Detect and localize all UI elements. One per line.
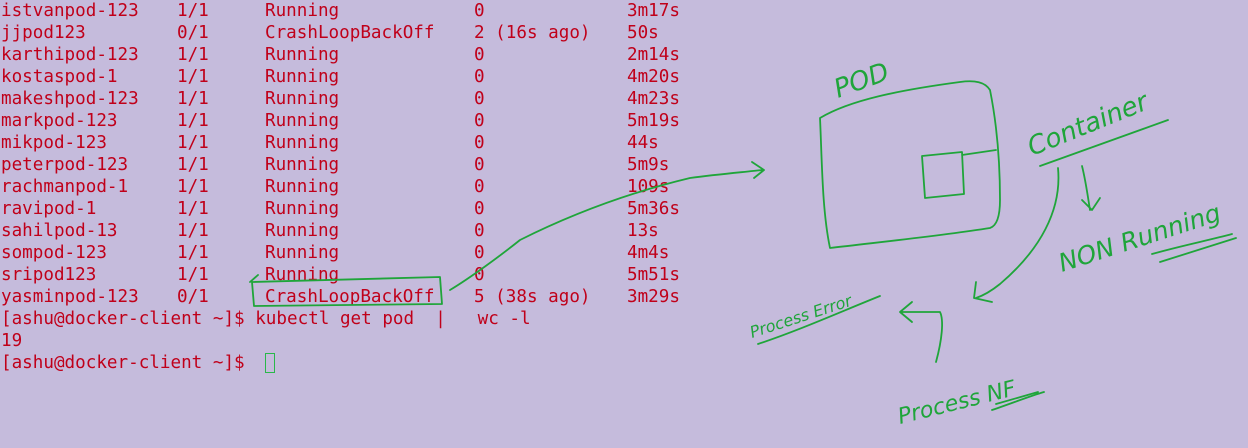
command-output: 19 [0,330,700,352]
pod-row: yasminpod-123 0/1 CrashLoopBackOff 5 (38s a… [0,286,700,308]
pod-ready: 1/1 [177,265,209,285]
shell-prompt: [ashu@docker-client ~]$ [1,353,256,373]
pod-age: 44s [627,133,659,153]
pod-ready: 1/1 [177,243,209,263]
pod-ready: 1/1 [177,177,209,197]
pod-status: Running [265,221,340,241]
pod-name: karthipod-123 [1,45,139,65]
pod-ready: 1/1 [177,45,209,65]
pod-row: markpod-123 1/1 Running 0 5m19s [0,110,700,132]
command-text: [ashu@docker-client ~]$ kubectl get pod … [1,309,531,329]
pod-status: Running [265,155,340,175]
pod-restarts: 2 (16s ago) [474,23,591,43]
pod-age: 50s [627,23,659,43]
pod-ready: 1/1 [177,221,209,241]
pod-age: 3m29s [627,287,680,307]
pod-name: sripod123 [1,265,97,285]
pod-age: 2m14s [627,45,680,65]
line-count-output: 19 [1,331,23,351]
pod-row: sompod-123 1/1 Running 0 4m4s [0,242,700,264]
pod-age: 5m51s [627,265,680,285]
pod-status: Running [265,45,340,65]
pod-age: 4m20s [627,67,680,87]
pod-ready: 1/1 [177,67,209,87]
pod-restarts: 0 [474,265,485,285]
pod-row: sahilpod-13 1/1 Running 0 13s [0,220,700,242]
pod-ready: 1/1 [177,155,209,175]
pod-name: ravipod-1 [1,199,97,219]
pod-row: mikpod-123 1/1 Running 0 44s [0,132,700,154]
pod-restarts: 0 [474,67,485,87]
pod-restarts: 0 [474,89,485,109]
pod-age: 3m17s [627,1,680,21]
pod-restarts: 0 [474,243,485,263]
pod-name: mikpod-123 [1,133,107,153]
pod-status: Running [265,265,340,285]
pod-row: karthipod-123 1/1 Running 0 2m14s [0,44,700,66]
pod-status: Running [265,1,340,21]
pod-restarts: 0 [474,111,485,131]
pod-status: Running [265,177,340,197]
pod-name: makeshpod-123 [1,89,139,109]
pod-ready: 0/1 [177,23,209,43]
pod-row: kostaspod-1 1/1 Running 0 4m20s [0,66,700,88]
pod-status: Running [265,67,340,87]
pod-name: istvanpod-123 [1,1,139,21]
prompt-line[interactable]: [ashu@docker-client ~]$ [0,352,700,374]
pod-name: peterpod-123 [1,155,129,175]
pod-age: 4m4s [627,243,670,263]
pod-name: kostaspod-1 [1,67,118,87]
pod-age: 109s [627,177,670,197]
pod-restarts: 0 [474,199,485,219]
pod-restarts: 0 [474,177,485,197]
pod-status: Running [265,89,340,109]
pod-status: Running [265,243,340,263]
pod-status: Running [265,111,340,131]
pod-name: sahilpod-13 [1,221,118,241]
pod-row: makeshpod-123 1/1 Running 0 4m23s [0,88,700,110]
pod-row: istvanpod-123 1/1 Running 0 3m17s [0,0,700,22]
pod-restarts: 5 (38s ago) [474,287,591,307]
pod-age: 5m36s [627,199,680,219]
pod-name: jjpod123 [1,23,86,43]
pod-ready: 1/1 [177,199,209,219]
pod-ready: 1/1 [177,1,209,21]
pod-age: 13s [627,221,659,241]
pod-restarts: 0 [474,1,485,21]
pod-ready: 1/1 [177,89,209,109]
pod-ready: 1/1 [177,111,209,131]
pod-restarts: 0 [474,133,485,153]
pod-restarts: 0 [474,45,485,65]
pod-status: Running [265,199,340,219]
pod-row: rachmanpod-1 1/1 Running 0 109s [0,176,700,198]
pod-ready: 0/1 [177,287,209,307]
terminal-output: istvanpod-123 1/1 Running 0 3m17s jjpod123 0/1… [0,0,1248,448]
pod-status: CrashLoopBackOff [265,287,435,307]
pod-row: sripod123 1/1 Running 0 5m51s [0,264,700,286]
pod-ready: 1/1 [177,133,209,153]
pod-row: jjpod123 0/1 CrashLoopBackOff 2 (16s ago) 50… [0,22,700,44]
pod-row: peterpod-123 1/1 Running 0 5m9s [0,154,700,176]
pod-restarts: 0 [474,221,485,241]
pod-name: yasminpod-123 [1,287,139,307]
pod-name: markpod-123 [1,111,118,131]
pod-age: 5m19s [627,111,680,131]
terminal-cursor[interactable] [265,353,275,373]
pod-name: rachmanpod-1 [1,177,129,197]
pod-age: 4m23s [627,89,680,109]
command-line[interactable]: [ashu@docker-client ~]$ kubectl get pod … [0,308,700,330]
pod-status: Running [265,133,340,153]
pod-row: ravipod-1 1/1 Running 0 5m36s [0,198,700,220]
pod-name: sompod-123 [1,243,107,263]
pod-restarts: 0 [474,155,485,175]
pod-status: CrashLoopBackOff [265,23,435,43]
pod-age: 5m9s [627,155,670,175]
